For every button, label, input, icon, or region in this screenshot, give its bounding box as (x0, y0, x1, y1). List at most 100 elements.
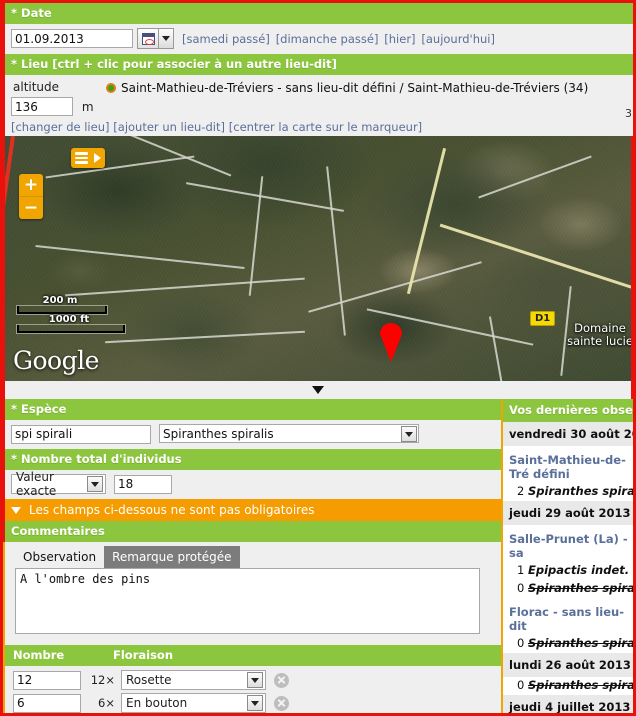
map-place-label: Domaine sainte lucie (567, 321, 633, 348)
altitude-group: altitude m (11, 79, 106, 116)
lower-area: * Espèce * Nombre total d'individus Vale… (3, 399, 635, 713)
map-zoom-controls[interactable]: + − (19, 174, 43, 219)
sidebar-place-link[interactable]: Florac - sans lieu-dit (503, 598, 633, 635)
optional-fields-label: Les champs ci-dessous ne sont pas obliga… (29, 503, 315, 517)
observation-count: 0 (517, 581, 525, 595)
espece-name-group (159, 424, 419, 444)
delete-circle-icon[interactable] (274, 695, 289, 711)
altitude-unit: m (81, 99, 94, 114)
date-link-samedi-passe[interactable]: [samedi passé] (182, 32, 270, 46)
chevron-down-icon[interactable] (401, 426, 417, 442)
date-input[interactable] (11, 29, 133, 48)
observation-species: Spiranthes spiralis (527, 636, 635, 650)
nombre-row: Valeur exacte (11, 470, 495, 498)
link-centrer-la-carte[interactable]: [centrer la carte sur le marqueur] (229, 120, 422, 134)
individus-table-body: 12× Rosette 6× En bouton (3, 666, 501, 713)
nombre-count-input[interactable] (114, 474, 172, 494)
edge-cut-number: 3 (625, 107, 632, 120)
espece-code-input[interactable] (11, 424, 151, 444)
altitude-input[interactable] (11, 97, 73, 116)
sidebar-observation: 0 Spiranthes spiralis (503, 635, 635, 653)
sidebar-observation: 0 Spiranthes spiralis (503, 580, 633, 598)
individus-table-header: Nombre Floraison (3, 645, 501, 666)
commentaires-section-body: Observation Remarque protégée (3, 542, 501, 645)
row-multiplier-2: 6× (98, 696, 115, 710)
observation-count: 0 (517, 678, 525, 692)
map-zoom-in-button[interactable]: + (19, 174, 43, 197)
nombre-mode-select[interactable]: Valeur exacte (11, 470, 106, 498)
chevron-down-icon[interactable] (247, 672, 263, 688)
date-link-hier[interactable]: [hier] (384, 32, 415, 46)
sidebar-observation: 0 Spiranthes spiralis (503, 677, 633, 695)
lieu-top-row: altitude m Saint-Mathieu-de-Tréviers - s… (11, 79, 627, 116)
sidebar-place-link[interactable]: Salle-Prunet (La) - sa (503, 525, 633, 562)
row-floraison-select-2[interactable]: En bouton (121, 693, 266, 713)
link-ajouter-un-lieu-dit[interactable]: [ajouter un lieu-dit] (113, 120, 225, 134)
play-arrow-icon (94, 153, 101, 163)
observation-count: 1 (517, 563, 525, 577)
nombre-section-body: Valeur exacte (3, 470, 501, 499)
recent-observations-sidebar: Vos dernières observa vendredi 30 août 2… (501, 399, 635, 713)
date-link-aujourdhui[interactable]: [aujourd'hui] (421, 32, 495, 46)
map-scale-bar: 200 m 1000 ft (17, 295, 125, 333)
layers-icon (75, 152, 88, 164)
espece-name-input[interactable] (159, 424, 419, 443)
map-collapse-handle[interactable] (3, 381, 633, 399)
sidebar-date: vendredi 30 août 2013 (503, 422, 633, 446)
lieu-links: [changer de lieu] [ajouter un lieu-dit] … (11, 120, 627, 134)
row-floraison-value-2: En bouton (126, 696, 188, 710)
espece-row (11, 424, 495, 444)
map-scale-imperial: 1000 ft (48, 314, 90, 325)
triangle-down-icon (11, 506, 21, 514)
row-nombre-input-2[interactable] (13, 693, 81, 713)
date-link-dimanche-passe[interactable]: [dimanche passé] (276, 32, 379, 46)
sidebar-observation: 1 Epipactis indet. gr (503, 562, 633, 580)
chevron-down-icon (312, 386, 324, 394)
map-view[interactable]: + − D1 Domaine sainte lucie 200 m 1000 f… (3, 136, 633, 381)
sidebar-title: Vos dernières observa (503, 399, 633, 422)
sidebar-place-link[interactable]: Saint-Mathieu-de-Tré défini (503, 446, 633, 483)
observation-count: 0 (517, 636, 525, 650)
sidebar-group: jeudi 4 juillet 2013 Saint-Étienne-du-Va… (503, 695, 633, 713)
sidebar-date: jeudi 4 juillet 2013 (503, 695, 633, 713)
sidebar-date: lundi 26 août 2013 (503, 653, 633, 677)
tab-observation[interactable]: Observation (15, 546, 105, 568)
calendar-dropdown-arrow-icon[interactable] (159, 28, 174, 49)
sidebar-group: jeudi 29 août 2013 Salle-Prunet (La) - s… (503, 501, 635, 653)
delete-circle-icon[interactable] (274, 672, 289, 688)
nombre-section-header: * Nombre total d'individus (3, 449, 501, 470)
date-section-header: * Date (3, 3, 633, 24)
observation-species: Spiranthes spiralis (527, 484, 635, 498)
observation-count: 2 (517, 484, 525, 498)
nombre-mode-value: Valeur exacte (16, 470, 57, 498)
row-multiplier-1: 12× (90, 673, 115, 687)
map-layers-button[interactable] (71, 148, 105, 168)
row-floraison-value-1: Rosette (126, 673, 172, 687)
optional-fields-toggle[interactable]: Les champs ci-dessous ne sont pas obliga… (3, 499, 501, 521)
column-header-nombre: Nombre (13, 648, 65, 662)
lieu-section-body: altitude m Saint-Mathieu-de-Tréviers - s… (3, 75, 633, 136)
comment-textarea[interactable] (15, 568, 480, 634)
map-scale-metric: 200 m (42, 295, 78, 306)
chevron-down-icon[interactable] (87, 476, 103, 492)
sidebar-date: jeudi 29 août 2013 (503, 501, 633, 525)
tab-remarque-protegee[interactable]: Remarque protégée (104, 546, 240, 568)
map-satellite-imagery (5, 136, 631, 381)
espece-section-header: * Espèce (3, 399, 501, 420)
map-zoom-out-button[interactable]: − (19, 197, 43, 219)
link-changer-de-lieu[interactable]: [changer de lieu] (11, 120, 109, 134)
lieu-section-header: * Lieu [ctrl + clic pour associer à un a… (3, 54, 633, 75)
map-pin-icon[interactable] (378, 322, 404, 362)
map-road-shield: D1 (530, 311, 556, 326)
row-floraison-select-1[interactable]: Rosette (121, 670, 266, 690)
table-row: 12× Rosette (5, 670, 501, 690)
form-column: * Espèce * Nombre total d'individus Vale… (3, 399, 501, 713)
sidebar-group: vendredi 30 août 2013 Saint-Mathieu-de-T… (503, 422, 635, 501)
place-name: Saint-Mathieu-de-Tréviers - sans lieu-di… (121, 81, 589, 95)
observation-form-page: * Date [samedi passé] [dimanche passé] [… (0, 0, 636, 716)
row-nombre-input-1[interactable] (13, 670, 81, 690)
altitude-label: altitude (13, 80, 60, 94)
chevron-down-icon[interactable] (247, 695, 263, 711)
calendar-icon[interactable] (137, 28, 159, 49)
date-section-body: [samedi passé] [dimanche passé] [hier] [… (3, 24, 633, 54)
